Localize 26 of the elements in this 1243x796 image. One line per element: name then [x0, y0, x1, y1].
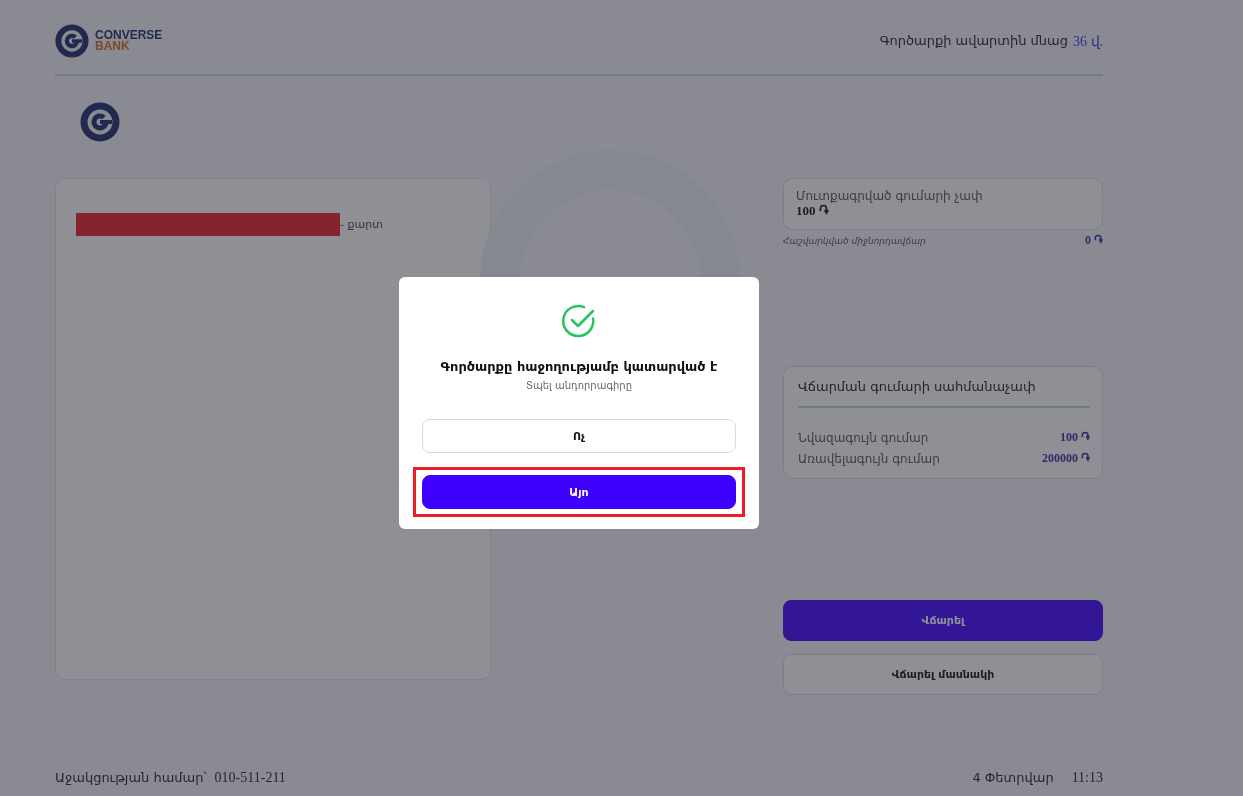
commission-value: 0 ֏	[1085, 233, 1103, 248]
bank-logo-icon	[80, 102, 120, 142]
timer-value: 36 վ.	[1073, 32, 1103, 50]
limits-title: Վճարման գումարի սահմանաչափ	[798, 379, 1090, 408]
dialog-title: Գործարքը հաջողությամբ կատարված է	[440, 359, 718, 374]
logo-word: CONVERSE	[95, 30, 163, 41]
decline-button[interactable]: Ոչ	[422, 419, 736, 453]
partial-pay-button[interactable]: Վճարել մասնակի	[783, 654, 1103, 695]
limit-label: Նվազագույն գումար	[798, 430, 929, 445]
confirm-button[interactable]: Այո	[422, 475, 736, 509]
limit-value: 200000 ֏	[1042, 451, 1090, 466]
card-label: - քարտ	[340, 218, 383, 231]
logo-subword: BANK	[95, 41, 131, 52]
timer-label: Գործարքի ավարտին մնաց	[879, 32, 1068, 50]
amount-value: 100 ֏	[796, 203, 830, 219]
bank-logo-icon	[55, 24, 89, 58]
support-label: Աջակցության համար՝	[55, 770, 207, 785]
date-text: 4 Փետրվար	[972, 770, 1054, 785]
support-phone: 010-511-211	[214, 770, 286, 786]
time-text: 11:13	[1071, 770, 1103, 786]
dialog-subtitle: Տպել անդորրագիրը	[525, 380, 633, 391]
amount-label: Մուտքագրված գումարի չափ	[796, 189, 984, 203]
pay-button[interactable]: Վճարել	[783, 600, 1103, 641]
limit-value: 100 ֏	[1060, 430, 1090, 445]
limit-label: Առավելագույն գումար	[798, 451, 940, 466]
commission-label: Հաշվարկված միջնորդավճար	[783, 235, 926, 246]
